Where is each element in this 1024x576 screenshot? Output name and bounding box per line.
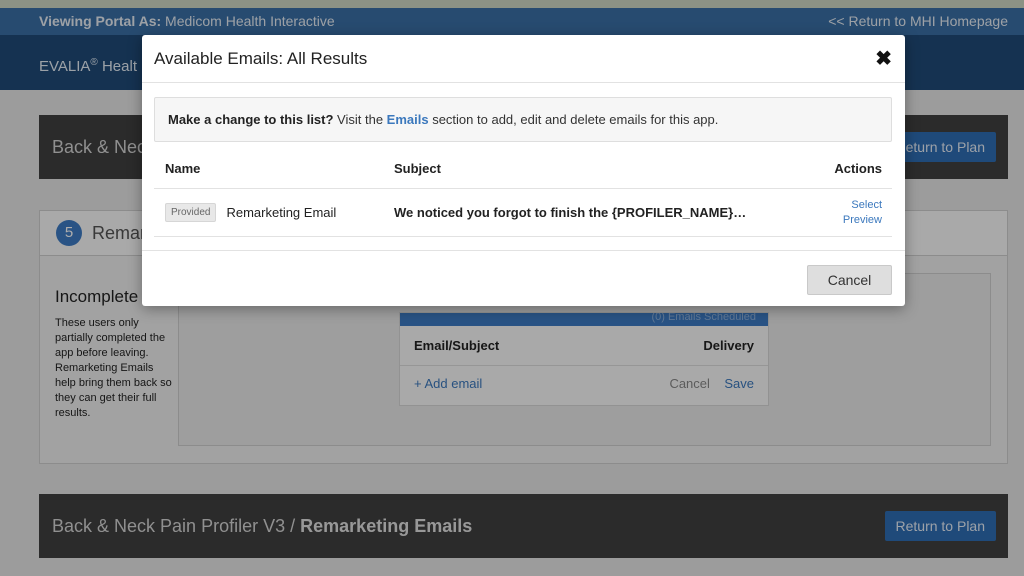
table-row: Provided Remarketing Email We noticed yo…	[154, 189, 892, 237]
close-icon[interactable]: ✖	[875, 49, 892, 69]
email-name: Remarketing Email	[226, 205, 337, 220]
select-link[interactable]: Select	[851, 198, 882, 213]
emails-table: Name Subject Actions Provided Remarketin…	[154, 149, 892, 237]
available-emails-modal: Available Emails: All Results ✖ Make a c…	[142, 35, 905, 306]
preview-link[interactable]: Preview	[843, 213, 882, 228]
modal-header: Available Emails: All Results ✖	[142, 35, 905, 83]
row-actions: Select Preview	[782, 198, 882, 228]
provided-badge: Provided	[165, 203, 217, 222]
modal-title: Available Emails: All Results	[154, 48, 368, 68]
row-name-cell: Provided Remarketing Email	[154, 203, 394, 222]
col-actions: Actions	[834, 161, 882, 176]
cancel-button[interactable]: Cancel	[807, 265, 892, 295]
notice-pre: Visit the	[333, 112, 387, 127]
col-subject: Subject	[394, 161, 441, 176]
change-list-notice: Make a change to this list? Visit the Em…	[154, 97, 892, 142]
notice-post: section to add, edit and delete emails f…	[428, 112, 719, 127]
email-subject: We noticed you forgot to finish the {PRO…	[394, 205, 747, 220]
modal-footer: Cancel	[142, 250, 905, 306]
row-actions-cell: Select Preview	[782, 198, 892, 228]
emails-table-header: Name Subject Actions	[154, 149, 892, 189]
emails-section-link[interactable]: Emails	[387, 112, 429, 127]
notice-heading: Make a change to this list?	[168, 112, 334, 127]
col-name: Name	[165, 161, 201, 176]
